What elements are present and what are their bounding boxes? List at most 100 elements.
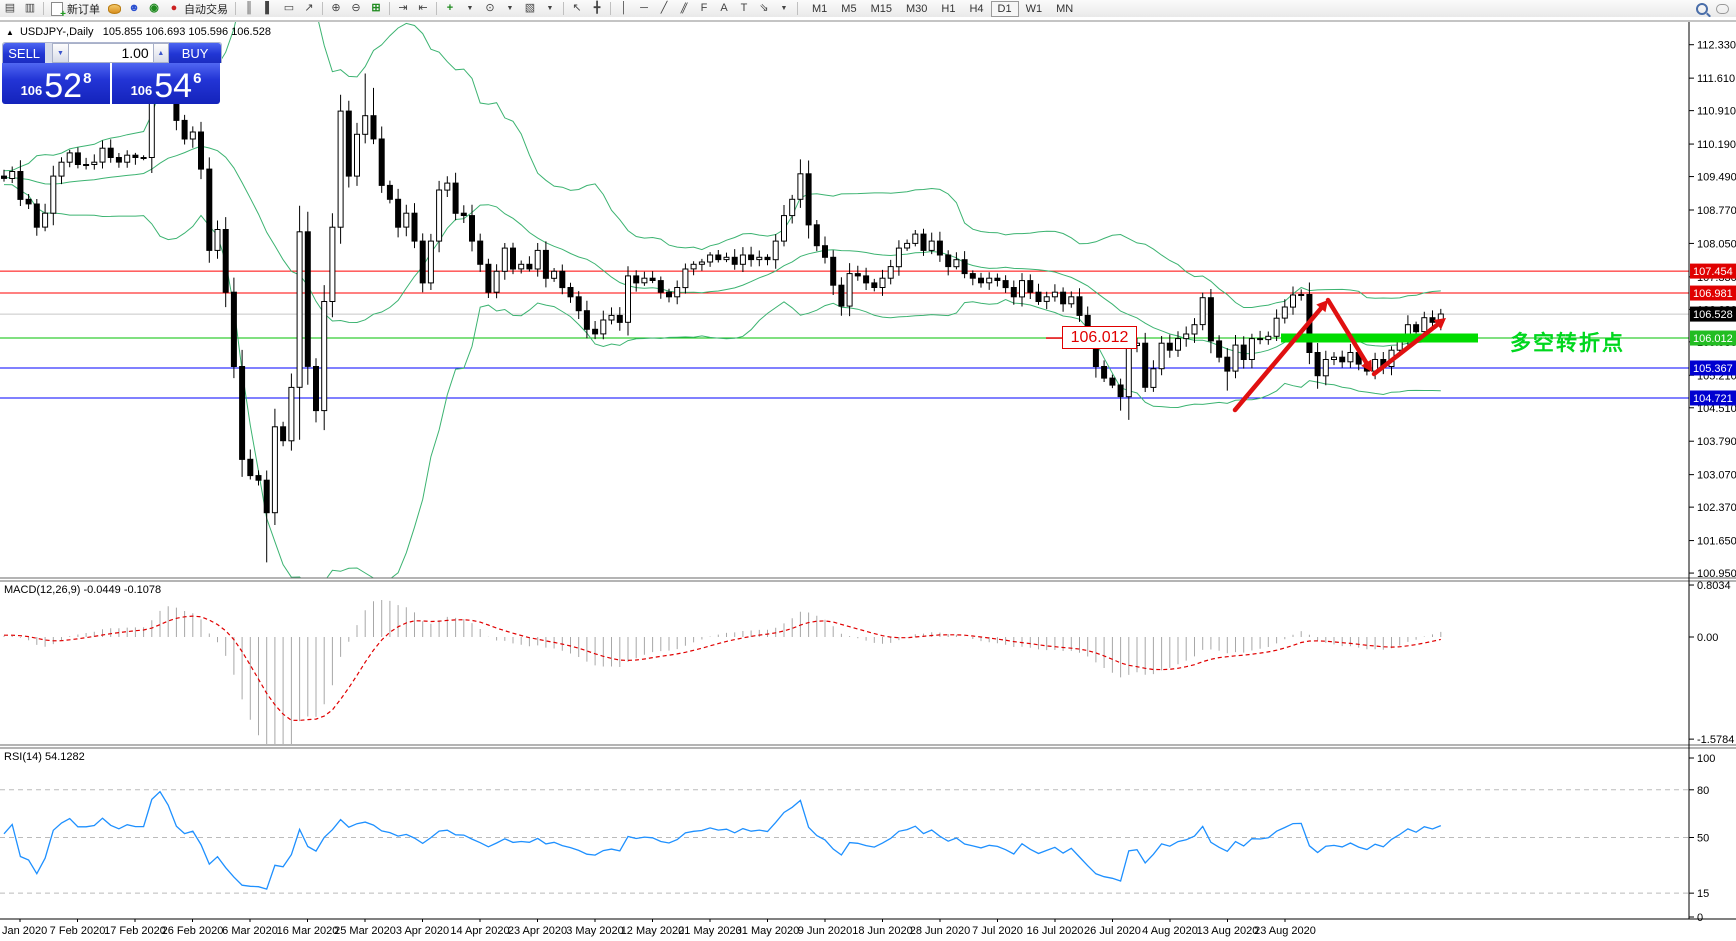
candle — [805, 173, 812, 226]
vertical-line-icon[interactable]: │ — [615, 1, 633, 16]
time-tick-label: 26 Feb 2020 — [162, 925, 224, 937]
volume-input[interactable] — [68, 43, 153, 63]
horizontal-line-icon[interactable]: ─ — [635, 1, 653, 16]
auto-scroll-icon[interactable]: ⇥ — [394, 1, 412, 16]
candle — [230, 291, 237, 368]
timeframe-button-M1[interactable]: M1 — [805, 1, 834, 17]
collapse-arrow-icon[interactable]: ▲ — [6, 28, 14, 37]
candle — [616, 314, 623, 323]
periods-dropdown-icon[interactable]: ▼ — [501, 1, 519, 16]
candle — [887, 266, 894, 279]
candle — [1175, 338, 1181, 351]
arrows-dropdown-icon[interactable]: ▼ — [775, 1, 793, 16]
candle — [1347, 352, 1354, 363]
bar-chart-icon[interactable]: ▌ — [260, 1, 278, 16]
candle — [690, 263, 697, 270]
candle — [378, 138, 385, 186]
timeframe-button-M15[interactable]: M15 — [864, 1, 899, 17]
symbol-ohlc-line: ▲ USDJPY-,Daily 105.855 106.693 105.596 … — [6, 26, 271, 38]
tile-windows-icon[interactable]: ⊞ — [367, 1, 385, 16]
candle — [739, 254, 746, 265]
price-tick-label: 101.650 — [1697, 536, 1736, 548]
buy-quote-button[interactable]: 106 54 6 — [112, 63, 220, 104]
candle — [920, 233, 927, 251]
turning-point-label[interactable]: 多空转折点 — [1510, 327, 1625, 357]
cursor-icon[interactable]: ↖ — [568, 1, 586, 16]
text-tool-icon[interactable]: A — [715, 1, 733, 16]
volume-increase-button[interactable]: ▲ — [152, 43, 170, 63]
trendline-icon[interactable]: ╱ — [655, 1, 673, 16]
candle — [625, 275, 631, 323]
candle — [731, 256, 738, 265]
line-chart-icon[interactable]: ↗ — [300, 1, 318, 16]
templates-dropdown-icon[interactable]: ▼ — [541, 1, 559, 16]
candle — [657, 280, 664, 293]
candle — [444, 182, 451, 191]
indicators-icon[interactable]: + — [441, 1, 459, 16]
candle — [255, 475, 262, 481]
market-watch-icon[interactable]: ▤ — [1, 1, 19, 16]
price-tick-label: 112.330 — [1697, 40, 1736, 52]
arrows-tool-icon[interactable]: ⇘ — [755, 1, 773, 16]
candle — [542, 249, 549, 279]
crosshair-icon[interactable]: ╋ — [588, 1, 606, 16]
chat-icon[interactable] — [1713, 1, 1731, 16]
volume-decrease-button[interactable]: ▼ — [52, 43, 69, 63]
candle — [280, 426, 287, 442]
candle — [1019, 280, 1025, 298]
timeframe-button-M30[interactable]: M30 — [899, 1, 934, 17]
candle — [1051, 291, 1058, 298]
signal-icon[interactable]: ◉ — [145, 1, 163, 16]
candle — [1331, 356, 1337, 361]
sell-quote-button[interactable]: 106 52 8 — [2, 63, 110, 104]
timeframe-button-MN[interactable]: MN — [1049, 1, 1080, 17]
candle — [953, 259, 960, 268]
autotrading-icon[interactable]: ● — [165, 1, 183, 16]
candle — [33, 203, 40, 228]
styles-icon[interactable] — [105, 1, 123, 16]
new-order-icon[interactable] — [48, 1, 66, 20]
timeframe-toolbar: M1 M5 M15 M30 H1 H4 D1 W1 MN — [805, 0, 1080, 17]
candle — [846, 273, 853, 307]
price-annotation-box[interactable]: 106.012 — [1062, 326, 1137, 349]
timeframe-button-H1[interactable]: H1 — [934, 1, 962, 17]
autotrading-label[interactable]: 自动交易 — [184, 1, 228, 17]
sell-button[interactable]: SELL — [3, 43, 46, 63]
candle — [181, 119, 188, 140]
buy-price-point: 6 — [193, 70, 202, 87]
candle — [789, 198, 796, 217]
candle — [698, 261, 705, 265]
chart-canvas[interactable]: 112.330 111.610 110.910 110.190 109.490 108.7… — [0, 17, 1736, 941]
candle — [772, 240, 779, 261]
fibonacci-icon[interactable]: F — [695, 1, 713, 16]
candlestick-chart-icon[interactable]: ▭ — [280, 1, 298, 16]
candle — [304, 231, 311, 367]
candle — [337, 110, 344, 228]
periods-icon[interactable]: ⊙ — [481, 1, 499, 16]
tick-chart-icon[interactable]: ║ — [240, 1, 258, 16]
label-tool-icon[interactable]: T — [735, 1, 753, 16]
candle — [854, 273, 861, 277]
profile-icon[interactable]: ☻ — [125, 1, 143, 16]
chart-shift-icon[interactable]: ⇤ — [414, 1, 432, 16]
timeframe-button-W1[interactable]: W1 — [1019, 1, 1050, 17]
templates-icon[interactable]: ▧ — [521, 1, 539, 16]
timeframe-button-D1[interactable]: D1 — [990, 0, 1019, 17]
candle — [477, 240, 484, 265]
indicators-dropdown-icon[interactable]: ▼ — [461, 1, 479, 16]
buy-button[interactable]: BUY — [169, 43, 221, 63]
zoom-in-icon[interactable]: ⊕ — [327, 1, 345, 16]
timeframe-button-H4[interactable]: H4 — [962, 1, 990, 17]
sell-price-figure: 106 — [20, 83, 43, 98]
data-window-icon[interactable]: ▥ — [21, 1, 39, 16]
toolbar-separator — [610, 2, 611, 15]
time-tick-label: 16 Mar 2020 — [277, 925, 339, 937]
timeframe-button-M5[interactable]: M5 — [834, 1, 863, 17]
price-tick-label: 103.790 — [1697, 436, 1736, 448]
support-zone-bar[interactable] — [1281, 333, 1478, 343]
zoom-out-icon[interactable]: ⊖ — [347, 1, 365, 16]
price-tick-label: 100.950 — [1697, 568, 1736, 580]
new-order-label[interactable]: 新订单 — [67, 1, 100, 17]
equidistant-channel-icon[interactable]: ∥ — [675, 1, 693, 16]
search-icon[interactable] — [1693, 1, 1711, 16]
